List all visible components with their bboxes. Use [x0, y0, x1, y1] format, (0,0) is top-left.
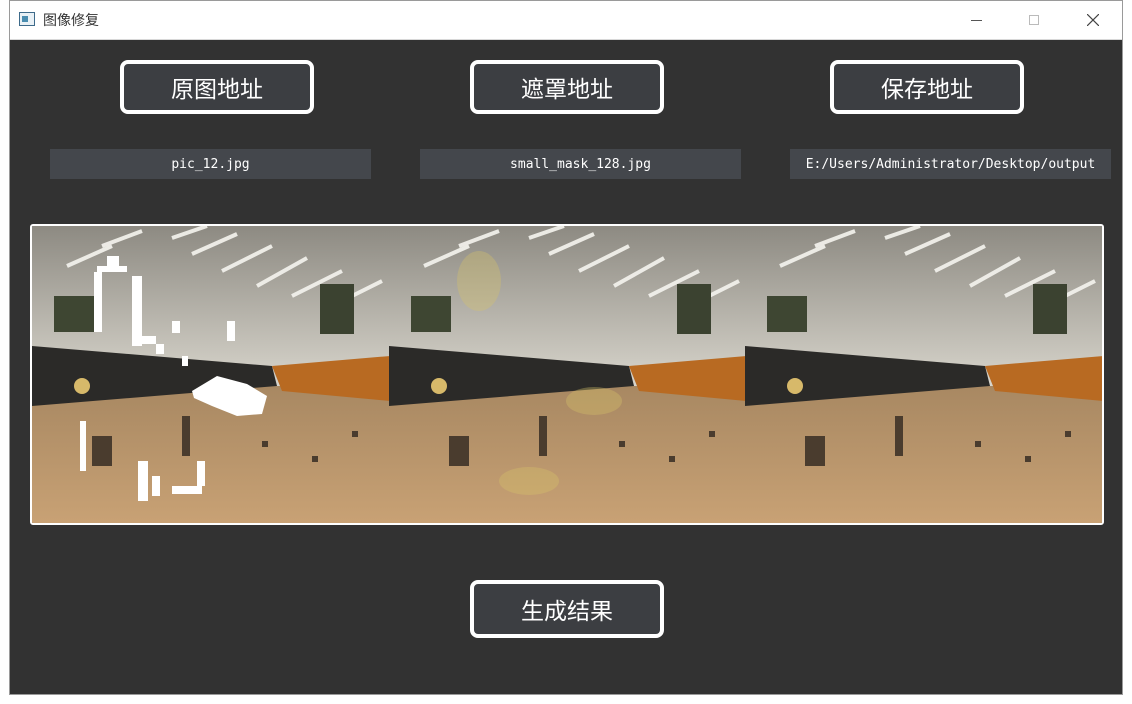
image-icon [19, 12, 35, 26]
mask-path-field[interactable]: small_mask_128.jpg [420, 149, 741, 179]
mask-path-button[interactable]: 遮罩地址 [470, 60, 664, 114]
maximize-icon [1029, 15, 1039, 25]
original-path-field[interactable]: pic_12.jpg [50, 149, 371, 179]
mask-overlay-image [388, 226, 746, 523]
original-path-button[interactable]: 原图地址 [120, 60, 314, 114]
app-window: 图像修复 原图地址 遮罩地址 保存地址 pic_12.jpg small_mas… [9, 0, 1123, 695]
minimize-icon [970, 19, 982, 21]
masked-image-graphic [32, 226, 389, 523]
title-bar[interactable]: 图像修复 [10, 1, 1122, 40]
save-path-button[interactable]: 保存地址 [830, 60, 1024, 114]
window-title: 图像修复 [43, 13, 99, 29]
maximize-button[interactable] [1005, 1, 1063, 39]
result-image [745, 226, 1102, 523]
save-path-field[interactable]: E:/Users/Administrator/Desktop/output [790, 149, 1111, 179]
minimize-button[interactable] [947, 1, 1005, 39]
close-button[interactable] [1064, 1, 1122, 39]
mask-overlay-graphic [388, 226, 746, 523]
generate-result-button[interactable]: 生成结果 [470, 580, 664, 638]
masked-image [32, 226, 389, 523]
image-preview-frame [30, 224, 1104, 525]
close-icon [1087, 14, 1099, 26]
result-image-graphic [745, 226, 1102, 523]
